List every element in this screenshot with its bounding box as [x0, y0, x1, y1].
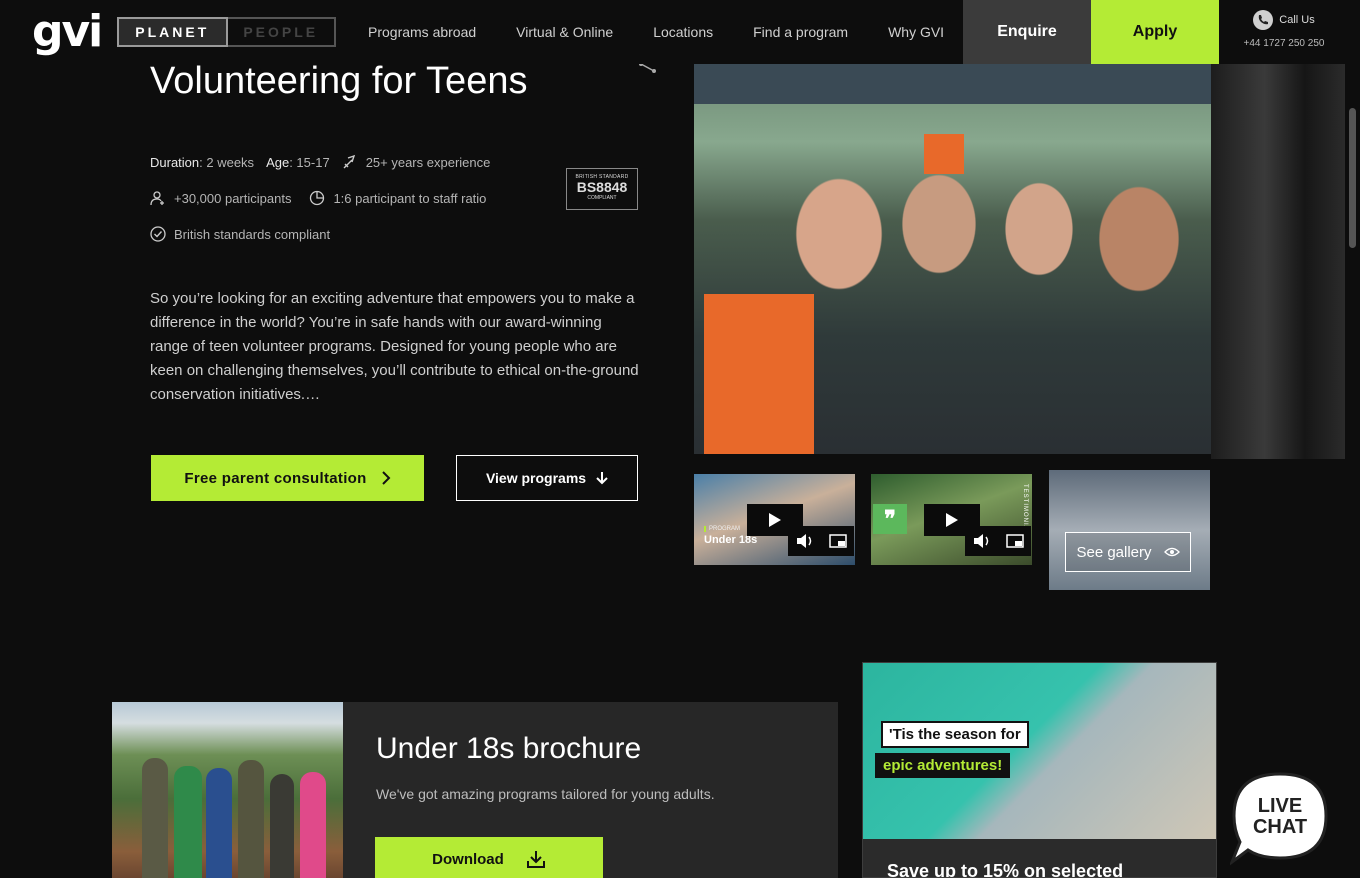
- age-value: : 15-17: [289, 154, 330, 170]
- program-description: So you’re looking for an exciting advent…: [150, 290, 639, 403]
- ratio-text: 1:6 participant to staff ratio: [333, 190, 487, 206]
- brochure-subtitle: We've got amazing programs tailored for …: [376, 786, 715, 802]
- participants-icon: [150, 191, 164, 206]
- download-label: Download: [432, 850, 504, 868]
- volume-icon[interactable]: [973, 533, 991, 549]
- chevron-right-icon: [381, 471, 391, 485]
- view-programs-label: View programs: [485, 470, 587, 486]
- page-title: Volunteering for Teens: [150, 60, 528, 102]
- apply-button[interactable]: Apply: [1091, 0, 1219, 64]
- video-thumbnail-under-18s[interactable]: PROGRAM Under 18s: [694, 474, 855, 565]
- phone-icon: [1253, 10, 1274, 30]
- live-chat-button[interactable]: LIVE CHAT: [1228, 770, 1330, 867]
- promo-headline: Save up to 15% on selected: [887, 861, 1124, 878]
- live-chat-line2: CHAT: [1252, 816, 1308, 838]
- picture-in-picture-icon[interactable]: [1005, 533, 1024, 549]
- nav-why-gvi[interactable]: Why GVI: [888, 24, 944, 40]
- video-controls: [965, 526, 1031, 556]
- person: [174, 766, 202, 878]
- promo-photo-divers: 'Tis the season for epic adventures!: [863, 663, 1216, 839]
- video-thumbnail-testimonial[interactable]: ❞ TESTIMONIAL: [871, 474, 1032, 565]
- view-programs-button[interactable]: View programs: [456, 455, 638, 501]
- badge-main-text: BS8848: [576, 179, 628, 195]
- brochure-title: Under 18s brochure: [376, 732, 642, 765]
- boat-roof: [694, 64, 1211, 104]
- planet-people-toggle[interactable]: PLANET PEOPLE: [117, 17, 336, 47]
- call-us[interactable]: Call Us +44 1727 250 250: [1232, 10, 1336, 49]
- promo-tag-epic: epic adventures!: [875, 753, 1011, 778]
- toggle-people[interactable]: PEOPLE: [228, 19, 335, 45]
- person: [300, 772, 326, 878]
- download-button[interactable]: Download: [375, 837, 603, 878]
- download-icon: [526, 851, 545, 868]
- compliance-text: British standards compliant: [174, 226, 331, 242]
- arrow-down-icon: [596, 472, 608, 485]
- quote-icon: ❞: [873, 504, 907, 534]
- age-label: Age: [266, 154, 290, 170]
- brochure-photo-group: [112, 702, 343, 878]
- nav-virtual-online[interactable]: Virtual & Online: [516, 24, 613, 40]
- experience-text: 25+ years experience: [365, 154, 491, 170]
- bs8848-badge: BRITISH STANDARD BS8848 COMPLIANT: [566, 168, 638, 210]
- duration-value: : 2 weeks: [199, 154, 255, 170]
- site-header: gvi PLANET PEOPLE Programs abroad Virtua…: [0, 0, 1360, 64]
- phone-number[interactable]: +44 1727 250 250: [1232, 38, 1336, 49]
- live-chat-line1: LIVE: [1257, 795, 1303, 817]
- scrollbar-thumb[interactable]: [1349, 108, 1356, 248]
- promo-card[interactable]: 'Tis the season for epic adventures! Sav…: [862, 662, 1217, 878]
- gvi-logo[interactable]: gvi: [32, 6, 103, 58]
- nav-find-program[interactable]: Find a program: [753, 24, 848, 40]
- ratio-pie-icon: [310, 190, 325, 206]
- badge-bottom-text: COMPLIANT: [587, 195, 617, 201]
- see-gallery-button[interactable]: See gallery: [1065, 532, 1191, 572]
- person: [142, 758, 168, 878]
- play-icon: [946, 513, 958, 527]
- enquire-button[interactable]: Enquire: [963, 0, 1091, 64]
- duration-label: Duration: [150, 154, 200, 170]
- program-facts: Duration: 2 weeks Age: 15-17 25+ years e…: [150, 144, 490, 252]
- person: [270, 774, 294, 878]
- page-scrollbar[interactable]: [1345, 64, 1360, 878]
- nav-locations[interactable]: Locations: [653, 24, 713, 40]
- hero-side-shadow: [1211, 64, 1345, 459]
- person: [206, 768, 232, 878]
- nav-programs-abroad[interactable]: Programs abroad: [368, 24, 476, 40]
- free-parent-consultation-button[interactable]: Free parent consultation: [151, 455, 424, 501]
- call-us-label: Call Us: [1279, 14, 1315, 26]
- consult-label: Free parent consultation: [184, 469, 367, 487]
- gallery-thumbnail[interactable]: See gallery: [1049, 470, 1210, 590]
- eye-icon: [1163, 547, 1180, 557]
- toggle-planet[interactable]: PLANET: [117, 17, 228, 47]
- see-gallery-label: See gallery: [1076, 543, 1152, 561]
- promo-tag-season: 'Tis the season for: [881, 721, 1029, 748]
- play-icon: [769, 513, 781, 527]
- video-controls: [788, 526, 854, 556]
- hero-photo-teens-on-boat[interactable]: [694, 64, 1211, 454]
- picture-in-picture-icon[interactable]: [828, 533, 847, 549]
- participants-text: +30,000 participants: [174, 190, 292, 206]
- volume-icon[interactable]: [796, 533, 814, 549]
- life-jacket: [704, 294, 814, 454]
- person: [238, 760, 264, 878]
- main-nav: Programs abroad Virtual & Online Locatio…: [368, 0, 944, 64]
- life-jacket: [924, 134, 964, 174]
- experience-icon: [343, 154, 355, 169]
- live-chat-label: LIVE CHAT: [1230, 796, 1330, 838]
- check-circle-icon: [150, 226, 166, 242]
- brochure-card: Under 18s brochure We've got amazing pro…: [112, 702, 838, 878]
